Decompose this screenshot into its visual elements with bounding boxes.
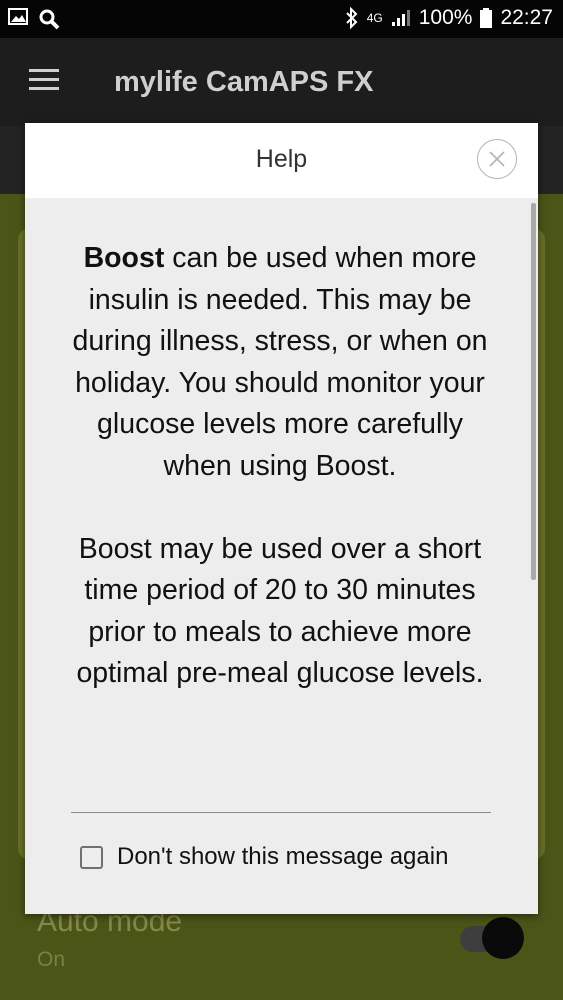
battery-percent: 100% (418, 6, 473, 29)
help-paragraph-1: can be used when more insulin is needed.… (72, 242, 488, 482)
close-button[interactable] (477, 139, 517, 179)
app-bar: mylife CamAPS FX (0, 38, 563, 126)
help-paragraph-2: Boost may be used over a short time peri… (76, 532, 484, 690)
status-bar: 4G 100% 22:27 (0, 0, 563, 38)
clock: 22:27 (500, 6, 553, 29)
search-icon (39, 9, 60, 30)
help-text: Boost can be used when more insulin is n… (65, 238, 495, 695)
dialog-title: Help (255, 145, 308, 173)
signal-icon (391, 10, 410, 26)
gallery-icon (8, 8, 28, 25)
status-system: 4G 100% 22:27 (345, 6, 553, 30)
scrollbar[interactable] (531, 203, 536, 580)
close-icon (489, 151, 505, 167)
battery-icon (480, 8, 493, 28)
dont-show-again-label[interactable]: Don't show this message again (117, 843, 448, 871)
auto-mode-value: On (37, 948, 66, 971)
auto-mode-toggle-knob[interactable] (482, 917, 524, 959)
boost-keyword: Boost (83, 242, 165, 274)
network-type: 4G (366, 11, 383, 25)
status-notifications (8, 8, 60, 30)
app-title: mylife CamAPS FX (114, 66, 374, 98)
menu-icon[interactable] (29, 69, 59, 91)
divider (71, 812, 491, 813)
help-dialog: Help Boost can be used when more insulin… (25, 123, 538, 914)
dont-show-again-checkbox[interactable] (80, 845, 103, 869)
bluetooth-icon (345, 7, 358, 29)
dont-show-again-row[interactable]: Don't show this message again (80, 843, 448, 871)
dialog-body: Boost can be used when more insulin is n… (25, 198, 538, 914)
dialog-header: Help (25, 123, 538, 198)
